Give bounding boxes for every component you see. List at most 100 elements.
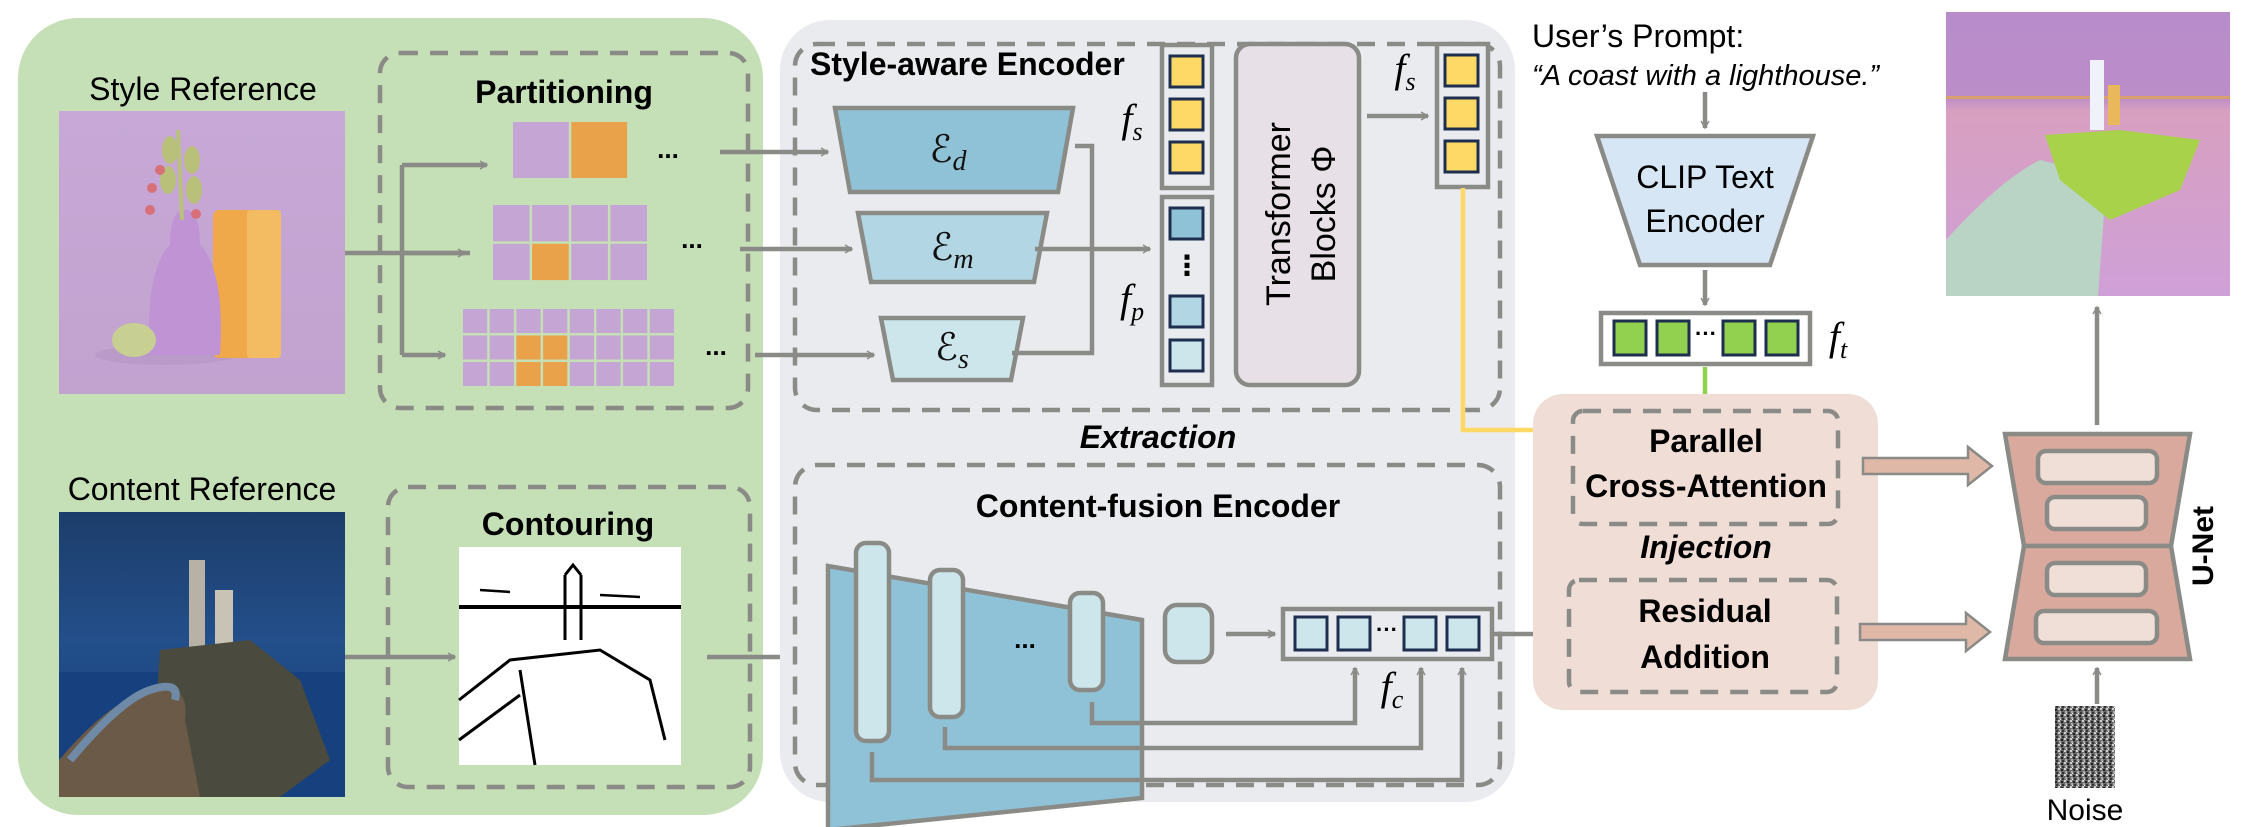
encoder-s: ℰs [878,315,1026,383]
partition-tile [571,205,608,242]
encoder-s-subscript: s [958,344,969,375]
content-reference-image [59,512,345,797]
unet-block [2035,448,2160,486]
style-reference-image [59,111,345,394]
fc-subscript: c [1392,685,1404,714]
partition-tile [493,243,530,281]
partition-tile [649,309,674,333]
partition-tile [513,122,569,178]
partition-tile [610,243,647,281]
generated-output-image [1946,12,2230,296]
content-token [1336,615,1372,652]
cross-attention-line1: Parallel [1649,423,1763,459]
partition-tile [569,335,594,360]
partition-tile [649,362,674,386]
encoder-m: ℰm [855,210,1050,285]
clip-label-line2: Encoder [1645,203,1765,239]
partition-tile [569,309,594,333]
text-token [1612,319,1648,357]
prompt-heading: User’s Prompt: [1532,18,1744,54]
content-token [1445,615,1481,652]
transformer-label-line1: Transformer [1260,122,1298,306]
fp-subscript: p [1129,297,1144,326]
contouring-title: Contouring [482,506,654,542]
partition-tile [649,335,674,360]
extraction-label: Extraction [1080,419,1236,455]
text-token [1655,319,1691,357]
output-style-token [1443,96,1480,131]
encoder-d: ℰd [832,105,1076,195]
partition-tile [569,362,594,386]
style-encoder-title: Style-aware Encoder [810,46,1125,82]
partition-tile [623,335,648,360]
patch-token [1168,206,1205,241]
clip-text-encoder [1593,133,1817,268]
partition-tile [516,362,541,386]
residual-line1: Residual [1638,593,1771,629]
partition-ellipsis-coarse: ... [657,134,679,164]
residual-line2: Addition [1640,639,1770,675]
unet-block [2033,608,2160,646]
content-bottleneck-block [1162,602,1215,665]
partition-tile [463,362,488,386]
content-feature-block [1067,590,1106,693]
partition-tile [596,335,621,360]
partition-tile [463,309,488,333]
content-token-dots: ··· [1376,617,1398,642]
text-token [1721,319,1757,357]
prompt-text: “A coast with a lighthouse.” [1532,60,1880,92]
text-token [1764,319,1800,357]
partition-tile [532,243,569,281]
output-style-token [1443,139,1480,174]
unet-label: U-Net [2187,506,2220,586]
noise-label: Noise [2047,794,2124,827]
style-token [1168,54,1205,89]
fs-out-subscript: s [1406,67,1416,96]
partition-tile [489,309,514,333]
partition-tile [543,362,568,386]
style-token [1168,97,1205,132]
partition-tile [543,335,568,360]
partition-tile [596,362,621,386]
partition-tile [516,335,541,360]
patch-token [1168,338,1205,373]
partitioning-title: Partitioning [475,74,653,110]
ft-subscript: t [1840,335,1848,364]
partition-tile [463,335,488,360]
partition-tile [516,309,541,333]
partition-tile [532,205,569,242]
content-feature-block [853,540,892,744]
injection-label: Injection [1640,529,1772,565]
unet-block [2044,494,2149,532]
partition-tile [543,309,568,333]
partition-tile [623,362,648,386]
encoder-m-symbol: ℰ [930,227,953,269]
patch-token-dots: ⋮ [1173,250,1201,281]
partition-tile [489,362,514,386]
content-encoder-title: Content-fusion Encoder [976,488,1340,524]
cross-attention-to-unet-arrow [1861,444,1995,488]
content-encoder-ellipsis: ... [1014,624,1036,654]
contour-image [458,547,681,766]
cross-attention-line2: Cross-Attention [1585,468,1827,504]
encoder-m-subscript: m [953,244,973,275]
partition-ellipsis-fine: ... [705,331,727,361]
unet [2002,431,2193,662]
style-reference-label: Style Reference [89,71,317,107]
style-token [1168,140,1205,175]
patch-token [1168,294,1205,329]
partition-tile [610,205,647,242]
encoder-d-subscript: d [953,146,968,177]
encoder-d-symbol: ℰ [929,129,952,171]
residual-to-unet-arrow [1858,610,1993,654]
partition-tile [493,205,530,242]
partition-tile [571,243,608,281]
content-token [1293,615,1329,652]
fs-subscript: s [1133,117,1143,146]
encoder-s-symbol: ℰ [935,327,958,369]
clip-label-line1: CLIP Text [1636,159,1774,195]
transformer-label-line2: Blocks Φ [1305,146,1343,283]
partition-tile [571,122,628,178]
content-token [1402,615,1438,652]
content-reference-label: Content Reference [68,471,337,507]
